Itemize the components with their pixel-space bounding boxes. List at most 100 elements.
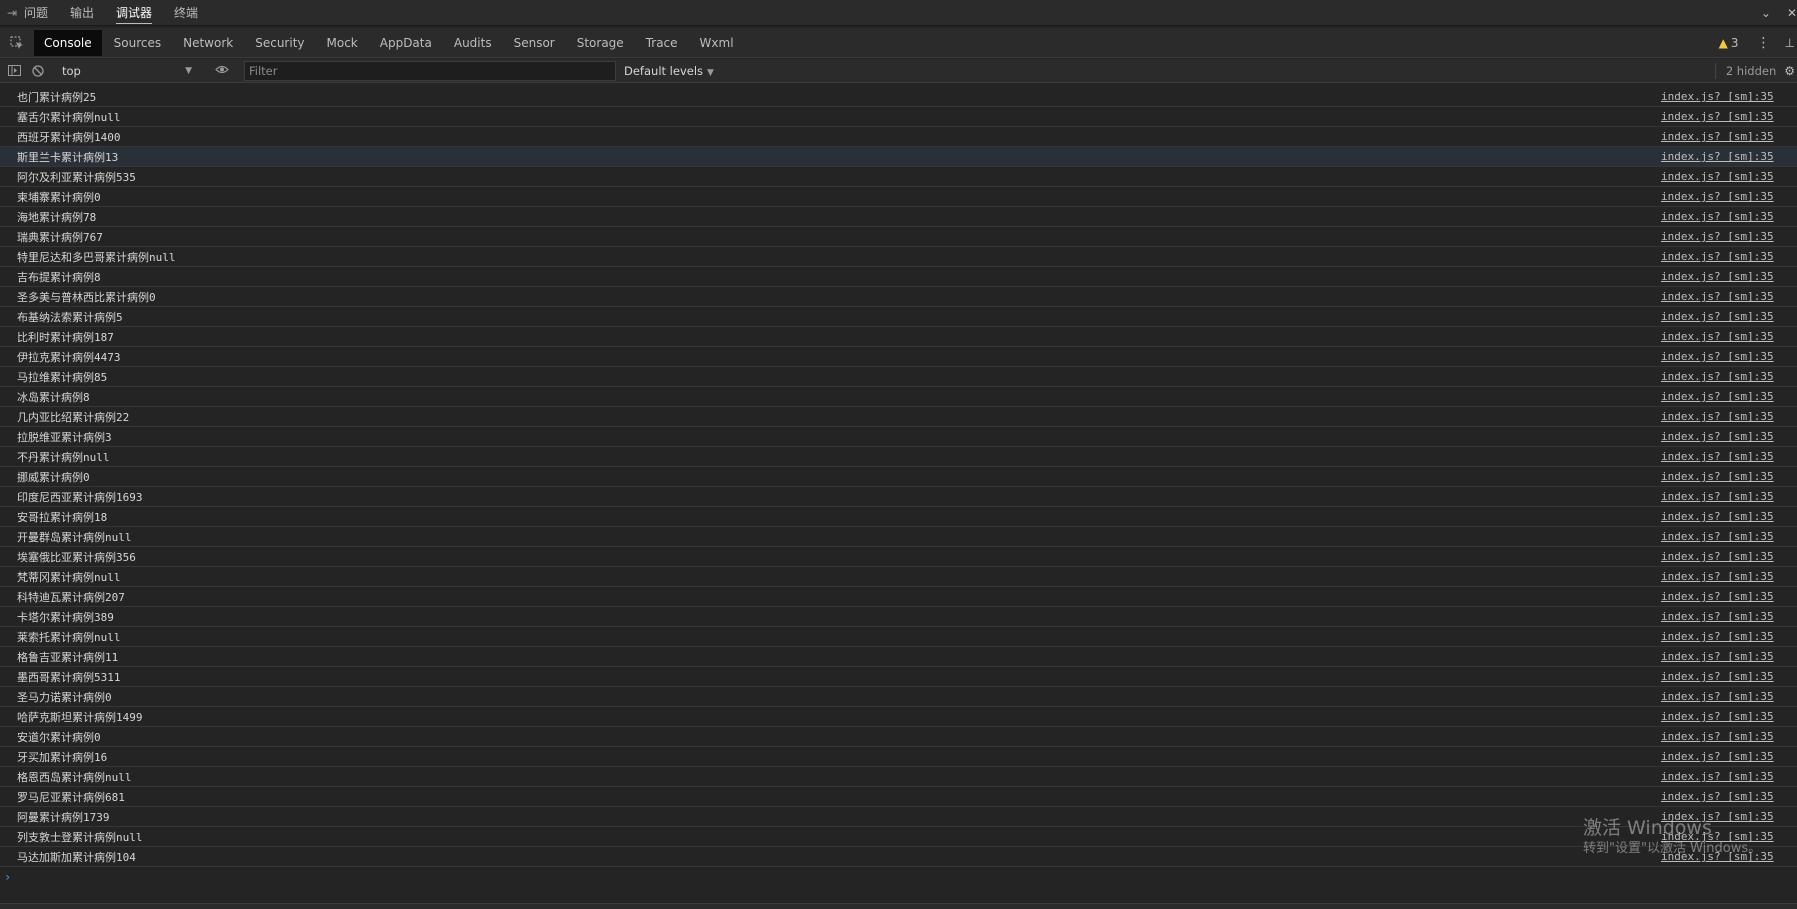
source-link[interactable]: index.js? [sm]:35	[1661, 827, 1774, 847]
panel-tab-bar: ⇥ 问题 输出 调试器 终端 ⌄ ✕	[0, 0, 1797, 26]
console-message-row: 海地累计病例78 index.js? [sm]:35	[0, 207, 1797, 227]
tab-sources[interactable]: Sources	[104, 30, 171, 56]
source-link[interactable]: index.js? [sm]:35	[1661, 367, 1774, 387]
source-link[interactable]: index.js? [sm]:35	[1661, 327, 1774, 347]
console-message-text: 西班牙累计病例1400	[17, 130, 121, 144]
panel-tab-terminal[interactable]: 终端	[174, 0, 198, 26]
tab-console[interactable]: Console	[34, 29, 102, 56]
source-link[interactable]: index.js? [sm]:35	[1661, 587, 1774, 607]
console-message-text: 拉脱维亚累计病例3	[17, 430, 112, 444]
source-link[interactable]: index.js? [sm]:35	[1661, 667, 1774, 687]
console-message-row: 格恩西岛累计病例null index.js? [sm]:35	[0, 767, 1797, 787]
sidebar-show-icon[interactable]	[4, 61, 24, 81]
console-message-text: 斯里兰卡累计病例13	[17, 150, 119, 164]
source-link[interactable]: index.js? [sm]:35	[1661, 767, 1774, 787]
console-message-text: 罗马尼亚累计病例681	[17, 790, 125, 804]
tab-wxml[interactable]: Wxml	[690, 30, 744, 56]
tab-trace[interactable]: Trace	[636, 30, 688, 56]
source-link[interactable]: index.js? [sm]:35	[1661, 447, 1774, 467]
console-message-row: 柬埔寨累计病例0 index.js? [sm]:35	[0, 187, 1797, 207]
source-link[interactable]: index.js? [sm]:35	[1661, 387, 1774, 407]
source-link[interactable]: index.js? [sm]:35	[1661, 187, 1774, 207]
chevron-down-icon[interactable]: ⌄	[1761, 6, 1771, 20]
source-link[interactable]: index.js? [sm]:35	[1661, 527, 1774, 547]
console-message-row: 吉布提累计病例8 index.js? [sm]:35	[0, 267, 1797, 287]
source-link[interactable]: index.js? [sm]:35	[1661, 127, 1774, 147]
tab-security[interactable]: Security	[245, 30, 314, 56]
console-message-text: 科特迪瓦累计病例207	[17, 590, 125, 604]
console-message-text: 挪威累计病例0	[17, 470, 90, 484]
panel-tab-problems[interactable]: 问题	[24, 0, 48, 26]
console-message-text: 卡塔尔累计病例389	[17, 610, 114, 624]
source-link[interactable]: index.js? [sm]:35	[1661, 607, 1774, 627]
console-message-row: 哈萨克斯坦累计病例1499 index.js? [sm]:35	[0, 707, 1797, 727]
tab-sensor[interactable]: Sensor	[504, 30, 565, 56]
tab-network[interactable]: Network	[173, 30, 243, 56]
source-link[interactable]: index.js? [sm]:35	[1661, 647, 1774, 667]
panel-tab-debugger[interactable]: 调试器	[116, 0, 153, 26]
tab-storage[interactable]: Storage	[567, 30, 634, 56]
source-link[interactable]: index.js? [sm]:35	[1661, 167, 1774, 187]
console-message-text: 圣多美与普林西比累计病例0	[17, 290, 156, 304]
source-link[interactable]: index.js? [sm]:35	[1661, 727, 1774, 747]
source-link[interactable]: index.js? [sm]:35	[1661, 687, 1774, 707]
source-link[interactable]: index.js? [sm]:35	[1661, 627, 1774, 647]
kebab-icon[interactable]: ⋮	[1757, 35, 1771, 51]
console-message-row: 圣多美与普林西比累计病例0 index.js? [sm]:35	[0, 287, 1797, 307]
live-expression-eye-icon[interactable]	[210, 63, 234, 78]
console-message-row: 马拉维累计病例85 index.js? [sm]:35	[0, 367, 1797, 387]
context-selector[interactable]: top ▼	[56, 61, 196, 81]
source-link[interactable]: index.js? [sm]:35	[1661, 267, 1774, 287]
warning-counter[interactable]: ▲ 3	[1719, 36, 1739, 50]
source-link[interactable]: index.js? [sm]:35	[1661, 507, 1774, 527]
source-link[interactable]: index.js? [sm]:35	[1661, 307, 1774, 327]
tab-appdata[interactable]: AppData	[370, 30, 442, 56]
console-message-row: 西班牙累计病例1400 index.js? [sm]:35	[0, 127, 1797, 147]
tab-mock[interactable]: Mock	[317, 30, 368, 56]
source-link[interactable]: index.js? [sm]:35	[1661, 107, 1774, 127]
source-link[interactable]: index.js? [sm]:35	[1661, 427, 1774, 447]
console-message-text: 阿曼累计病例1739	[17, 810, 110, 824]
tab-audits[interactable]: Audits	[444, 30, 502, 56]
console-message-text: 格恩西岛累计病例null	[17, 770, 132, 784]
console-message-text: 冰岛累计病例8	[17, 390, 90, 404]
source-link[interactable]: index.js? [sm]:35	[1661, 247, 1774, 267]
clear-console-icon[interactable]	[28, 61, 48, 81]
source-link[interactable]: index.js? [sm]:35	[1661, 807, 1774, 827]
source-link[interactable]: index.js? [sm]:35	[1661, 87, 1774, 107]
sidebar-toggle-icon[interactable]: ⇥	[0, 6, 24, 20]
console-message-text: 马拉维累计病例85	[17, 370, 108, 384]
console-message-text: 列支敦士登累计病例null	[17, 830, 143, 844]
console-message-text: 梵蒂冈累计病例null	[17, 570, 121, 584]
source-link[interactable]: index.js? [sm]:35	[1661, 407, 1774, 427]
log-levels-label: Default levels	[624, 63, 704, 78]
console-message-row: 不丹累计病例null index.js? [sm]:35	[0, 447, 1797, 467]
source-link[interactable]: index.js? [sm]:35	[1661, 467, 1774, 487]
console-prompt[interactable]: ›	[0, 867, 1797, 887]
console-message-text: 比利时累计病例187	[17, 330, 114, 344]
source-link[interactable]: index.js? [sm]:35	[1661, 287, 1774, 307]
source-link[interactable]: index.js? [sm]:35	[1661, 147, 1774, 167]
source-link[interactable]: index.js? [sm]:35	[1661, 567, 1774, 587]
console-message-row: 印度尼西亚累计病例1693 index.js? [sm]:35	[0, 487, 1797, 507]
source-link[interactable]: index.js? [sm]:35	[1661, 847, 1774, 867]
dock-icon[interactable]: ⊥	[1785, 36, 1795, 50]
close-icon[interactable]: ✕	[1787, 6, 1797, 20]
inspect-element-icon[interactable]	[0, 28, 34, 58]
settings-gear-icon[interactable]: ⚙	[1784, 64, 1795, 78]
source-link[interactable]: index.js? [sm]:35	[1661, 547, 1774, 567]
source-link[interactable]: index.js? [sm]:35	[1661, 787, 1774, 807]
console-message-text: 海地累计病例78	[17, 210, 97, 224]
source-link[interactable]: index.js? [sm]:35	[1661, 707, 1774, 727]
console-message-text: 格鲁吉亚累计病例11	[17, 650, 119, 664]
context-value: top	[62, 63, 81, 78]
log-levels-dropdown[interactable]: Default levels ▼	[624, 64, 714, 78]
source-link[interactable]: index.js? [sm]:35	[1661, 347, 1774, 367]
source-link[interactable]: index.js? [sm]:35	[1661, 747, 1774, 767]
source-link[interactable]: index.js? [sm]:35	[1661, 207, 1774, 227]
chevron-down-icon: ▼	[707, 67, 714, 78]
panel-tab-output[interactable]: 输出	[70, 0, 94, 26]
filter-input[interactable]	[244, 60, 616, 81]
source-link[interactable]: index.js? [sm]:35	[1661, 487, 1774, 507]
source-link[interactable]: index.js? [sm]:35	[1661, 227, 1774, 247]
